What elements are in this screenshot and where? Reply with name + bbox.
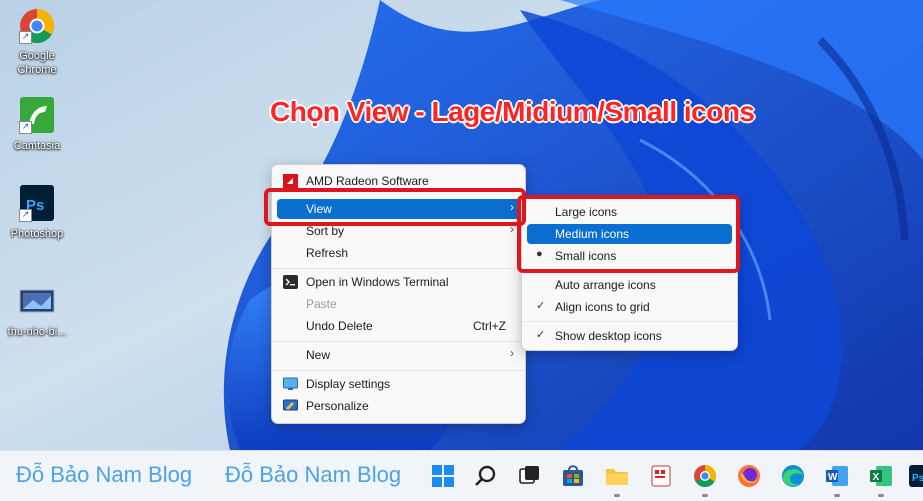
menu-item-display-settings[interactable]: Display settings <box>277 374 520 394</box>
desktop-icon-label: Google Chrome <box>17 50 57 76</box>
desktop-icon-image-file[interactable]: thu-nho-bi... <box>1 282 73 339</box>
menu-item-label: Display settings <box>306 377 391 391</box>
menu-item-refresh[interactable]: Refresh <box>277 243 520 263</box>
menu-item-align-grid[interactable]: ✓ Align icons to grid <box>527 297 732 317</box>
taskbar: Đỗ Bảo Nam Blog Đỗ Bảo Nam Blog W X Ps <box>0 450 923 501</box>
svg-text:W: W <box>828 472 838 483</box>
menu-separator <box>272 268 525 269</box>
firefox-icon[interactable] <box>736 463 762 489</box>
windows-start-icon[interactable] <box>430 463 456 489</box>
watermark-text: Đỗ Bảo Nam Blog <box>225 462 402 487</box>
running-indicator <box>834 494 840 497</box>
chrome-taskbar-icon[interactable] <box>692 463 718 489</box>
word-icon[interactable]: W <box>824 463 850 489</box>
checkmark-icon: ✓ <box>536 300 546 312</box>
image-file-icon <box>17 282 57 322</box>
display-settings-icon <box>283 377 298 391</box>
file-explorer-icon[interactable] <box>604 463 630 489</box>
menu-item-label: New <box>306 348 331 362</box>
menu-item-label: Open in Windows Terminal <box>306 275 449 289</box>
desktop-icon-label: Photoshop <box>10 228 64 240</box>
menu-item-label: Refresh <box>306 246 349 260</box>
menu-item-label: Show desktop icons <box>555 329 662 343</box>
menu-item-label: Sort by <box>306 224 345 238</box>
annotation-box-icon-sizes <box>517 195 740 273</box>
menu-separator <box>272 370 525 371</box>
terminal-icon <box>283 275 298 289</box>
annotation-title: Chọn View - Lage/Midium/Small icons <box>270 96 755 127</box>
desktop-icon-photoshop[interactable]: Ps ↗ Photoshop <box>1 184 73 241</box>
desktop-icon-label: thu-nho-bi... <box>7 326 67 338</box>
task-view-icon[interactable] <box>516 463 542 489</box>
menu-item-label: Undo Delete <box>306 319 373 333</box>
menu-item-new[interactable]: New › <box>277 345 520 365</box>
amd-radeon-icon <box>283 174 298 188</box>
checkmark-icon: ✓ <box>536 329 546 341</box>
camtasia-icon: ↗ <box>17 96 57 136</box>
chrome-icon: ↗ <box>17 6 57 46</box>
menu-separator <box>522 321 737 322</box>
excel-icon[interactable]: X <box>868 463 894 489</box>
running-indicator <box>702 494 708 497</box>
annotation-box-view <box>264 188 526 226</box>
menu-item-auto-arrange[interactable]: Auto arrange icons <box>527 275 732 295</box>
menu-item-label: Personalize <box>306 399 369 413</box>
svg-text:Ps: Ps <box>912 473 923 484</box>
edge-icon[interactable] <box>780 463 806 489</box>
menu-item-open-terminal[interactable]: Open in Windows Terminal <box>277 272 520 292</box>
watermark-text: Đỗ Bảo Nam Blog <box>16 462 193 487</box>
chevron-right-icon: › <box>510 346 514 360</box>
desktop-icon-label: Camtasia <box>13 140 61 152</box>
photoshop-icon: Ps ↗ <box>17 184 57 224</box>
menu-item-label: Align icons to grid <box>555 300 650 314</box>
running-indicator <box>878 494 884 497</box>
menu-item-label: Paste <box>306 297 337 311</box>
menu-item-undo-delete[interactable]: Undo Delete Ctrl+Z <box>277 316 520 336</box>
menu-item-personalize[interactable]: Personalize <box>277 396 520 416</box>
photoshop-taskbar-icon[interactable]: Ps <box>908 463 923 489</box>
personalize-icon <box>283 399 298 413</box>
menu-separator <box>272 341 525 342</box>
menu-item-show-desktop-icons[interactable]: ✓ Show desktop icons <box>527 326 732 346</box>
svg-text:X: X <box>873 472 880 483</box>
snip-icon[interactable] <box>648 463 674 489</box>
menu-item-label: Auto arrange icons <box>555 278 656 292</box>
menu-item-label: AMD Radeon Software <box>306 174 429 188</box>
desktop-icon-chrome[interactable]: ↗ Google Chrome <box>1 6 73 77</box>
store-icon[interactable] <box>560 463 586 489</box>
menu-item-shortcut: Ctrl+Z <box>473 319 506 333</box>
running-indicator <box>614 494 620 497</box>
menu-item-paste[interactable]: Paste <box>277 294 520 314</box>
desktop-icon-camtasia[interactable]: ↗ Camtasia <box>1 96 73 153</box>
search-icon[interactable] <box>473 463 499 489</box>
